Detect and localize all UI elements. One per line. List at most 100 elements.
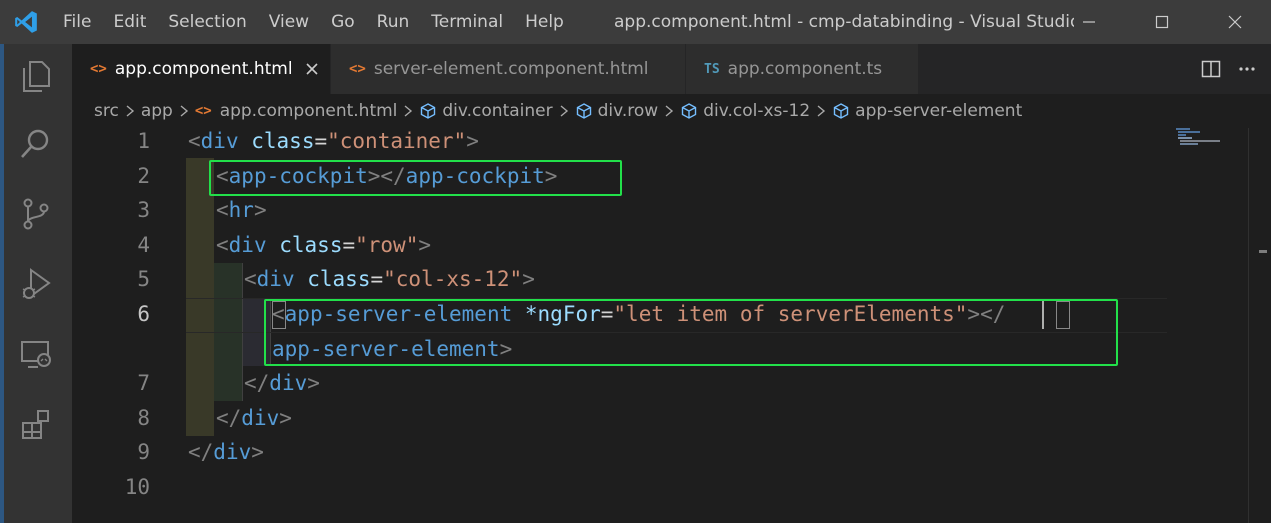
line-number: 7: [137, 371, 150, 395]
token-punct: >: [522, 267, 535, 291]
html-file-icon: <>: [90, 61, 107, 77]
token-eq: =: [314, 129, 328, 153]
line-number: 8: [137, 406, 150, 430]
maximize-icon: [1155, 15, 1168, 29]
tab-app-component-ts[interactable]: TS app.component.ts: [686, 44, 918, 94]
window-title: app.component.html - cmp-databinding - V…: [614, 12, 1074, 32]
extensions-button[interactable]: [0, 394, 72, 454]
tab-label: app.component.ts: [727, 59, 883, 79]
menu-view[interactable]: View: [258, 0, 320, 44]
symbol-element-icon: [575, 102, 593, 120]
search-icon: [21, 129, 49, 158]
token-punct: <: [188, 129, 201, 153]
html-file-icon: <>: [349, 61, 366, 77]
chevron-right-icon: [403, 104, 413, 118]
breadcrumb-src[interactable]: src: [94, 101, 119, 121]
breadcrumb-div-container[interactable]: div.container: [442, 101, 552, 121]
close-window-button[interactable]: [1198, 0, 1271, 44]
chevron-right-icon: [664, 104, 674, 118]
scrollbar-marker: [1259, 250, 1267, 253]
split-editor-icon: [1201, 60, 1221, 78]
menu-go[interactable]: Go: [320, 0, 366, 44]
editor-tab-bar: <> app.component.html <> server-element.…: [72, 44, 1271, 94]
token-punct: </: [216, 406, 242, 430]
breadcrumb-div-row[interactable]: div.row: [598, 101, 659, 121]
ellipsis-icon: [1239, 67, 1255, 71]
token-punct: >: [466, 129, 479, 153]
menu-edit[interactable]: Edit: [102, 0, 157, 44]
token-punct: </: [188, 440, 214, 464]
token-punct: >: [418, 233, 431, 257]
chevron-right-icon: [559, 104, 569, 118]
close-icon: [305, 63, 318, 75]
token-string: "row": [355, 233, 419, 257]
token-attr: class: [307, 267, 371, 291]
indent-guide-level-1: [186, 158, 214, 436]
menu-help[interactable]: Help: [514, 0, 575, 44]
more-actions-button[interactable]: [1229, 44, 1265, 94]
token-tag: div: [256, 267, 295, 291]
editor-actions: [1193, 44, 1271, 94]
source-control-button[interactable]: [0, 184, 72, 244]
code-line-8: </div>: [216, 401, 292, 436]
line-number: 4: [137, 233, 150, 257]
html-file-icon: <>: [194, 103, 212, 119]
window-edge-accent: [0, 44, 4, 523]
menu-terminal[interactable]: Terminal: [420, 0, 514, 44]
search-button[interactable]: [0, 114, 72, 174]
minimize-button[interactable]: [1052, 0, 1125, 44]
code-line-9: </div>: [188, 435, 264, 470]
token-punct: </: [244, 371, 270, 395]
tab-app-component-html[interactable]: <> app.component.html: [72, 44, 330, 94]
symbol-element-icon: [419, 102, 437, 120]
breadcrumb-app[interactable]: app: [141, 101, 173, 121]
token-tag: div: [269, 371, 308, 395]
typescript-file-icon: TS: [704, 61, 720, 77]
code-line-5: <div class="col-xs-12">: [244, 262, 535, 297]
run-debug-icon: [22, 268, 51, 299]
code-line-7: </div>: [244, 366, 320, 401]
minimap[interactable]: [1176, 128, 1248, 148]
tab-label: server-element.component.html: [373, 59, 649, 79]
token-punct: <: [216, 233, 229, 257]
explorer-button[interactable]: [0, 46, 72, 106]
menu-run[interactable]: Run: [366, 0, 421, 44]
maximize-button[interactable]: [1125, 0, 1198, 44]
tab-server-element-component-html[interactable]: <> server-element.component.html: [331, 44, 685, 94]
activity-bar: [0, 44, 72, 523]
line-number: 5: [137, 267, 150, 291]
token-punct: >: [279, 406, 292, 430]
remote-explorer-button[interactable]: [0, 324, 72, 384]
code-line-3: <hr>: [216, 193, 267, 228]
breadcrumb: src app <> app.component.html div.contai…: [72, 94, 1271, 128]
vertical-scrollbar[interactable]: [1248, 128, 1271, 523]
close-icon: [1228, 15, 1241, 29]
menu-file[interactable]: File: [52, 0, 102, 44]
split-editor-button[interactable]: [1193, 44, 1229, 94]
token-tag: div: [200, 129, 239, 153]
extensions-icon: [22, 410, 49, 439]
remote-explorer-icon: [21, 341, 51, 368]
menu-selection[interactable]: Selection: [157, 0, 257, 44]
token-tag: hr: [228, 198, 254, 222]
run-debug-button[interactable]: [0, 254, 72, 314]
breadcrumb-server-element[interactable]: app-server-element: [855, 101, 1022, 121]
chevron-right-icon: [816, 104, 826, 118]
vscode-logo-icon[interactable]: [0, 0, 52, 44]
token-tag: div: [241, 406, 280, 430]
code-editor[interactable]: 1 2 3 4 5 6 7 8 9 10 <div class="contain…: [72, 128, 1271, 523]
breadcrumb-div-col[interactable]: div.col-xs-12: [703, 101, 810, 121]
menu-bar: File Edit Selection View Go Run Terminal…: [52, 0, 575, 44]
tab-close-button[interactable]: [305, 62, 319, 76]
token-punct: >: [251, 440, 264, 464]
highlight-box-app-server-element: [264, 299, 1118, 366]
code-line-1: <div class="container">: [188, 124, 479, 159]
files-icon: [23, 61, 50, 92]
line-number-current: 6: [137, 302, 150, 326]
token-attr: class: [279, 233, 343, 257]
token-tag: div: [213, 440, 252, 464]
breadcrumb-file[interactable]: app.component.html: [220, 101, 398, 121]
line-number: 2: [137, 164, 150, 188]
token-eq: =: [342, 233, 356, 257]
chevron-right-icon: [179, 104, 189, 118]
